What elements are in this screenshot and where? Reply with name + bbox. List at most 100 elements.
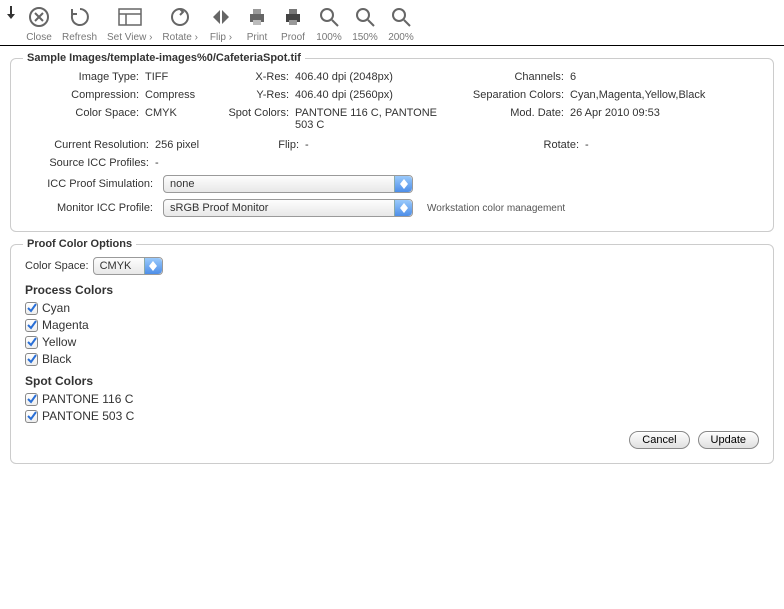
checkbox-yellow[interactable]: [25, 336, 38, 349]
image-info-panel: Sample Images/template-images%0/Cafeteri…: [10, 58, 774, 232]
compression-value: Compress: [145, 89, 225, 101]
info-grid: Image Type: TIFF X-Res: 406.40 dpi (2048…: [25, 71, 759, 131]
checkbox-label-magenta: Magenta: [42, 318, 89, 332]
channels-value: 6: [570, 71, 750, 83]
checkbox-row-yellow: Yellow: [25, 335, 759, 349]
proof-color-space-select[interactable]: CMYK: [93, 257, 163, 275]
flip-value: -: [305, 139, 435, 151]
download-arrow-icon[interactable]: [4, 4, 18, 34]
source-icc-value: -: [155, 157, 245, 169]
zoom-150-button[interactable]: 150%: [350, 4, 380, 43]
icc-proof-select[interactable]: none: [163, 175, 413, 193]
set-view-label: Set View ›: [107, 32, 152, 43]
proof-button[interactable]: Proof: [278, 4, 308, 43]
monitor-icc-label: Monitor ICC Profile:: [25, 202, 159, 214]
zoom-100-button[interactable]: 100%: [314, 4, 344, 43]
monitor-icc-select-value: sRGB Proof Monitor: [170, 202, 268, 214]
mod-date-value: 26 Apr 2010 09:53: [570, 107, 750, 119]
checkbox-row-cyan: Cyan: [25, 301, 759, 315]
refresh-label: Refresh: [62, 32, 97, 43]
process-colors-list: Cyan Magenta Yellow Black: [25, 301, 759, 366]
flip-label: Flip ›: [210, 32, 232, 43]
magnifier-icon: [352, 4, 378, 30]
print-icon: [244, 4, 270, 30]
set-view-button[interactable]: Set View ›: [105, 4, 154, 43]
sep-colors-label: Separation Colors:: [455, 89, 570, 101]
color-space-label: Color Space:: [25, 107, 145, 119]
flip-label: Flip:: [245, 139, 305, 151]
cancel-button[interactable]: Cancel: [629, 431, 689, 449]
icc-proof-select-value: none: [170, 178, 194, 190]
spot-colors-label: Spot Colors:: [225, 107, 295, 119]
yres-value: 406.40 dpi (2560px): [295, 89, 455, 101]
toolbar: Close Refresh Set View › Rotate › Flip ›…: [0, 0, 784, 46]
select-arrows-icon: [394, 176, 412, 192]
image-type-label: Image Type:: [25, 71, 145, 83]
proof-label: Proof: [281, 32, 305, 43]
refresh-icon: [67, 4, 93, 30]
select-arrows-icon: [144, 258, 162, 274]
close-button[interactable]: Close: [24, 4, 54, 43]
zoom-100-label: 100%: [316, 32, 342, 43]
checkbox-pantone-116-c[interactable]: [25, 393, 38, 406]
proof-color-space-label: Color Space:: [25, 260, 89, 272]
proof-title: Proof Color Options: [23, 238, 136, 250]
magnifier-icon: [388, 4, 414, 30]
yres-label: Y-Res:: [225, 89, 295, 101]
proof-color-panel: Proof Color Options Color Space: CMYK Pr…: [10, 244, 774, 464]
proof-color-space-value: CMYK: [100, 260, 132, 272]
icc-proof-label: ICC Proof Simulation:: [25, 178, 159, 190]
xres-label: X-Res:: [225, 71, 295, 83]
spot-colors-value: PANTONE 116 C, PANTONE 503 C: [295, 107, 455, 131]
mod-date-label: Mod. Date:: [455, 107, 570, 119]
checkbox-label-pantone-116-c: PANTONE 116 C: [42, 392, 133, 406]
zoom-200-button[interactable]: 200%: [386, 4, 416, 43]
rotate-button[interactable]: Rotate ›: [160, 4, 200, 43]
checkbox-row-magenta: Magenta: [25, 318, 759, 332]
checkbox-cyan[interactable]: [25, 302, 38, 315]
rotate-icon: [167, 4, 193, 30]
ws-color-hint: Workstation color management: [427, 203, 565, 214]
zoom-200-label: 200%: [388, 32, 414, 43]
image-path-title: Sample Images/template-images%0/Cafeteri…: [23, 52, 305, 64]
compression-label: Compression:: [25, 89, 145, 101]
sep-colors-value: Cyan,Magenta,Yellow,Black: [570, 89, 750, 101]
print-label: Print: [247, 32, 268, 43]
current-res-value: 256 pixel: [155, 139, 245, 151]
set-view-icon: [117, 4, 143, 30]
proof-icon: [280, 4, 306, 30]
checkbox-row-pantone-503-c: PANTONE 503 C: [25, 409, 759, 423]
checkbox-label-cyan: Cyan: [42, 301, 70, 315]
spot-colors-list: PANTONE 116 C PANTONE 503 C: [25, 392, 759, 423]
spot-colors-heading: Spot Colors: [25, 374, 759, 388]
process-colors-heading: Process Colors: [25, 283, 759, 297]
checkbox-row-black: Black: [25, 352, 759, 366]
checkbox-label-pantone-503-c: PANTONE 503 C: [42, 409, 134, 423]
close-icon: [26, 4, 52, 30]
checkbox-row-pantone-116-c: PANTONE 116 C: [25, 392, 759, 406]
monitor-icc-select[interactable]: sRGB Proof Monitor: [163, 199, 413, 217]
checkbox-pantone-503-c[interactable]: [25, 410, 38, 423]
color-space-value: CMYK: [145, 107, 225, 119]
rotate-label: Rotate ›: [162, 32, 198, 43]
channels-label: Channels:: [455, 71, 570, 83]
flip-icon: [208, 4, 234, 30]
print-button[interactable]: Print: [242, 4, 272, 43]
rotate-value: -: [585, 139, 665, 151]
zoom-150-label: 150%: [352, 32, 378, 43]
checkbox-label-yellow: Yellow: [42, 335, 76, 349]
close-label: Close: [26, 32, 52, 43]
source-icc-label: Source ICC Profiles:: [25, 157, 155, 169]
flip-button[interactable]: Flip ›: [206, 4, 236, 43]
magnifier-icon: [316, 4, 342, 30]
image-type-value: TIFF: [145, 71, 225, 83]
select-arrows-icon: [394, 200, 412, 216]
xres-value: 406.40 dpi (2048px): [295, 71, 455, 83]
checkbox-black[interactable]: [25, 353, 38, 366]
checkbox-magenta[interactable]: [25, 319, 38, 332]
current-res-label: Current Resolution:: [25, 139, 155, 151]
checkbox-label-black: Black: [42, 352, 71, 366]
refresh-button[interactable]: Refresh: [60, 4, 99, 43]
rotate-value-label: Rotate:: [435, 139, 585, 151]
update-button[interactable]: Update: [698, 431, 759, 449]
